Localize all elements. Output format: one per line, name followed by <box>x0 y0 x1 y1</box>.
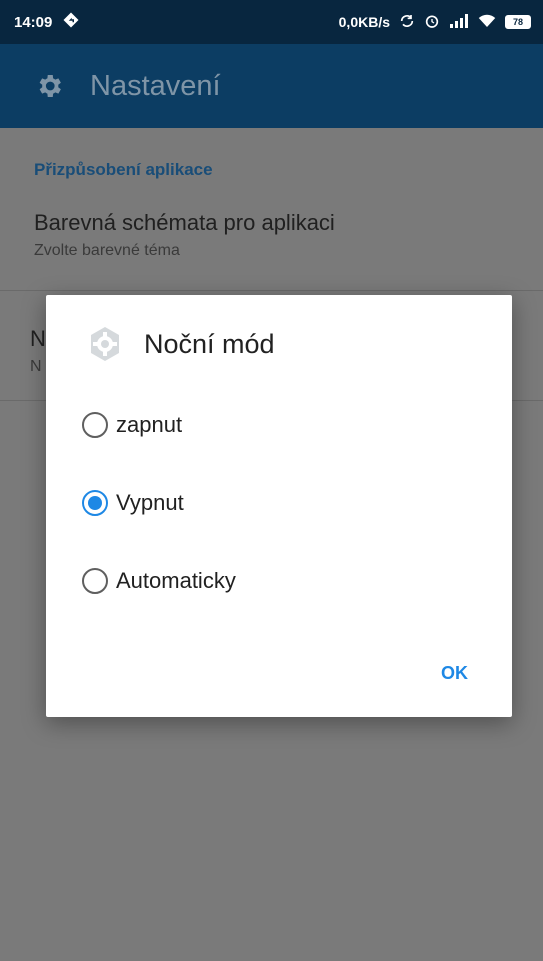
option-label: Vypnut <box>116 490 184 515</box>
signal-icon <box>449 13 469 31</box>
ok-button[interactable]: OK <box>441 663 468 684</box>
pref-night-mode[interactable]: N N <box>30 326 46 376</box>
status-bar-left: 14:09 <box>14 11 80 33</box>
navigation-arrow-icon <box>62 11 80 33</box>
pref-title: Barevná schémata pro aplikaci <box>34 210 335 235</box>
wifi-icon <box>478 14 496 31</box>
net-speed: 0,0KB/s <box>338 14 390 30</box>
option-label: Automaticky <box>116 568 236 593</box>
pref-color-schemes[interactable]: Barevná schémata pro aplikaci Zvolte bar… <box>34 210 335 260</box>
settings-badge-icon <box>86 325 124 363</box>
alarm-icon <box>424 13 440 32</box>
dialog-title: Noční mód <box>144 328 275 359</box>
pref-subtitle: Zvolte barevné téma <box>34 242 180 259</box>
radio-option-on[interactable]: zapnut <box>82 412 182 438</box>
radio-button[interactable] <box>82 568 108 594</box>
app-bar: Nastavení <box>0 44 543 128</box>
battery-icon: 78 <box>505 15 531 29</box>
gear-icon <box>34 71 64 101</box>
option-label: zapnut <box>116 412 183 437</box>
divider <box>0 290 543 291</box>
pref-title: N <box>30 326 46 351</box>
radio-button[interactable] <box>82 490 108 516</box>
page-title: Nastavení <box>90 69 221 102</box>
sync-icon <box>399 13 415 32</box>
radio-button[interactable] <box>82 412 108 438</box>
radio-option-auto[interactable]: Automaticky <box>82 568 236 594</box>
radio-option-off[interactable]: Vypnut <box>82 490 184 516</box>
status-bar: 14:09 0,0KB/s 78 <box>0 0 543 44</box>
dialog-header: Noční mód <box>86 325 275 363</box>
night-mode-dialog: Noční mód zapnut Vypnut Automaticky OK <box>46 295 512 717</box>
status-time: 14:09 <box>14 13 53 31</box>
status-bar-right: 0,0KB/s 78 <box>339 13 531 32</box>
pref-subtitle: N <box>30 358 42 375</box>
section-header: Přizpůsobení aplikace <box>34 160 213 179</box>
